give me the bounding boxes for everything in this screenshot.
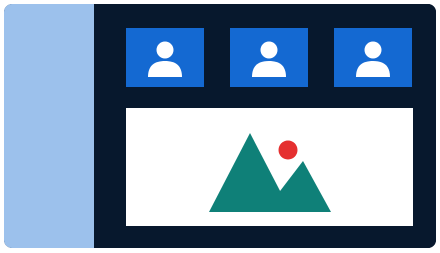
participant-tile-1[interactable] (126, 28, 204, 87)
user-icon (148, 41, 182, 77)
user-icon (356, 41, 390, 77)
main-content-area (94, 4, 436, 248)
main-stage[interactable] (126, 108, 413, 226)
sidebar-panel[interactable] (4, 4, 94, 248)
participant-tile-2[interactable] (230, 28, 308, 87)
participant-tile-3[interactable] (334, 28, 412, 87)
video-call-window (4, 4, 436, 248)
participant-strip (126, 28, 413, 88)
sun-shape (278, 140, 298, 160)
user-icon (252, 41, 286, 77)
image-placeholder-icon (209, 133, 331, 212)
